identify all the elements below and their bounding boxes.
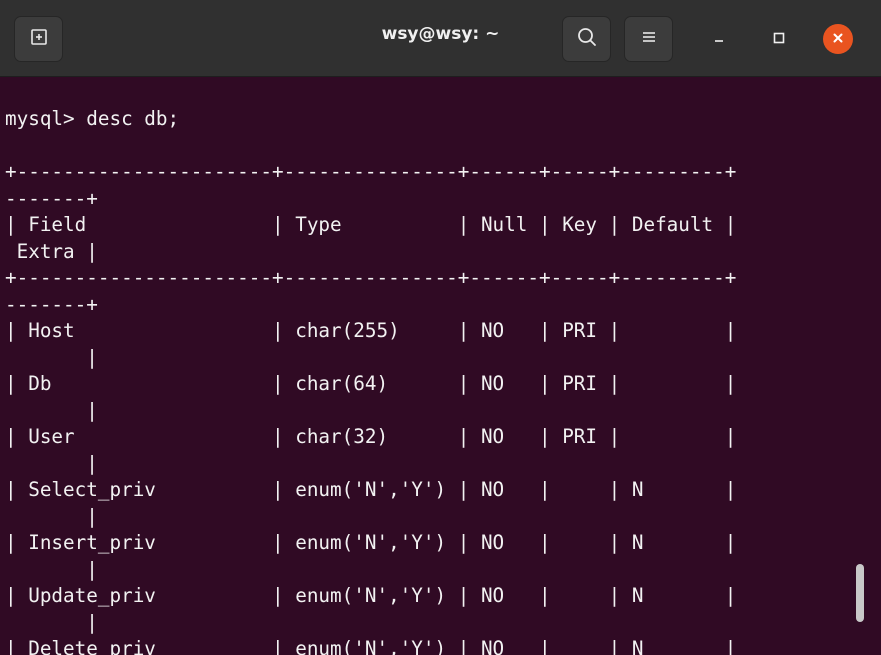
maximize-button[interactable] (764, 24, 794, 54)
close-button[interactable] (823, 24, 853, 54)
window-title: wsy@wsy: ~ (381, 24, 500, 44)
scrollbar-thumb[interactable] (856, 564, 864, 622)
terminal-window: wsy@wsy: ~ mysql> desc db; +------------… (0, 0, 881, 655)
search-icon (576, 26, 598, 52)
table-header-wrap: Extra | (5, 239, 98, 263)
table-row: | Db | char(64) | NO | PRI | | (5, 372, 737, 395)
terminal-output[interactable]: mysql> desc db; +----------------------+-… (0, 77, 852, 655)
command-line: mysql> desc db; (5, 107, 180, 130)
title-bar: wsy@wsy: ~ (0, 0, 881, 77)
table-row: | Update_priv | enum('N','Y') | NO | | N… (5, 584, 737, 607)
table-border-line: +----------------------+---------------+… (5, 160, 737, 183)
table-row: | User | char(32) | NO | PRI | | (5, 425, 737, 448)
menu-button[interactable] (624, 16, 673, 62)
table-border-wrap: -------+ (5, 292, 98, 316)
minimize-icon (712, 30, 726, 49)
table-row-wrap: | (5, 610, 98, 634)
search-button[interactable] (562, 16, 611, 62)
table-row-wrap: | (5, 557, 98, 581)
table-row-wrap: | (5, 451, 98, 475)
table-header-row: | Field | Type | Null | Key | Default | (5, 213, 737, 236)
table-row: | Select_priv | enum('N','Y') | NO | | N… (5, 478, 737, 501)
table-row: | Insert_priv | enum('N','Y') | NO | | N… (5, 531, 737, 554)
table-row-wrap: | (5, 398, 98, 422)
hamburger-menu-icon (640, 29, 658, 49)
close-icon (831, 30, 845, 49)
table-row-wrap: | (5, 504, 98, 528)
table-row: | Delete_priv | enum('N','Y') | NO | | N… (5, 637, 737, 655)
minimize-button[interactable] (704, 24, 734, 54)
maximize-icon (772, 30, 786, 49)
table-border-wrap: -------+ (5, 186, 98, 210)
table-row-wrap: | (5, 345, 98, 369)
table-row: | Host | char(255) | NO | PRI | | (5, 319, 737, 342)
table-border-line: +----------------------+---------------+… (5, 266, 737, 289)
